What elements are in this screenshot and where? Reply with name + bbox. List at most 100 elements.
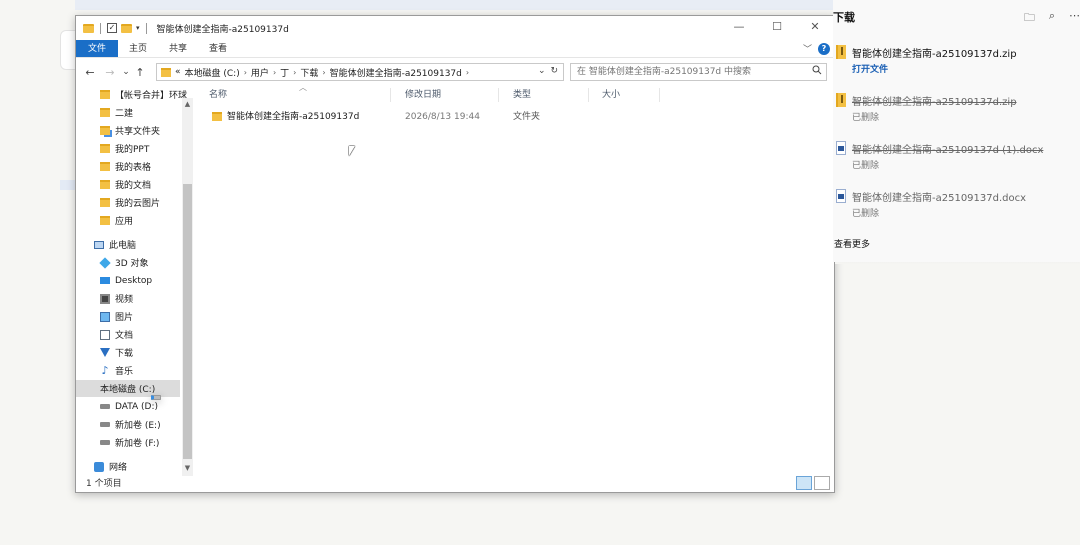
sidebar-item[interactable]: 3D 对象 [76, 254, 180, 271]
search-icon[interactable]: ⌕ [1049, 9, 1055, 28]
tab-view[interactable]: 查看 [198, 40, 238, 57]
properties-check-icon[interactable]: ✓ [107, 23, 117, 33]
download-file-name[interactable]: 智能体创建全指南-a25109137d.zip [852, 93, 1017, 108]
column-header-name[interactable]: 名称 [209, 86, 227, 104]
breadcrumb-separator[interactable]: › [244, 68, 247, 77]
breadcrumb-local-disk[interactable]: 本地磁盘 (C:) [185, 66, 240, 79]
download-item[interactable]: 智能体创建全指南-a25109137d.docx 已删除 [833, 186, 1080, 226]
address-history-chevron-icon[interactable]: ⌄ [538, 63, 546, 79]
tab-file[interactable]: 文件 [76, 40, 119, 57]
tab-share[interactable]: 共享 [158, 40, 198, 57]
folder-icon [161, 67, 171, 77]
help-icon[interactable]: ? [818, 42, 830, 55]
breadcrumb-separator[interactable]: › [293, 68, 296, 77]
refresh-icon[interactable]: ↻ [551, 63, 559, 79]
sidebar-item-label: 3D 对象 [115, 259, 149, 269]
breadcrumb-separator[interactable]: › [322, 68, 325, 77]
file-name[interactable]: 智能体创建全指南-a25109137d [227, 110, 359, 124]
maximize-button[interactable]: ☐ [758, 16, 796, 40]
sidebar-item[interactable]: ♪ 音乐 [76, 362, 180, 379]
address-bar[interactable]: « 本地磁盘 (C:) › 用户 › 丁 › 下载 › 智能体创建全指南-a25… [156, 63, 564, 81]
column-divider[interactable] [588, 88, 589, 102]
sidebar-item[interactable]: 新加卷 (E:) [76, 416, 180, 433]
column-divider[interactable] [498, 88, 499, 102]
forward-button[interactable]: → [100, 66, 120, 79]
download-item[interactable]: 智能体创建全指南-a25109137d.zip 打开文件 [833, 42, 1080, 82]
expand-ribbon-chevron-icon[interactable]: ﹀ [803, 42, 812, 55]
sidebar-item[interactable]: 此电脑 [76, 236, 180, 253]
download-file-name[interactable]: 智能体创建全指南-a25109137d.docx [852, 189, 1026, 204]
folder-icon [212, 112, 222, 121]
desk-icon [100, 277, 110, 284]
sidebar-item[interactable]: 我的文档 [76, 176, 180, 193]
breadcrumb-users[interactable]: 用户 [251, 66, 269, 79]
docx-file-icon [836, 141, 846, 155]
title-bar[interactable]: ✓ ▾ 智能体创建全指南-a25109137d — ☐ ✕ [76, 16, 834, 40]
zip-file-icon [836, 93, 846, 107]
sidebar-item[interactable]: 文档 [76, 326, 180, 343]
sidebar-item-label: 本地磁盘 (C:) [100, 385, 156, 395]
doc-icon [100, 329, 110, 340]
breadcrumb-current-folder[interactable]: 智能体创建全指南-a25109137d [330, 66, 462, 79]
column-header-size[interactable]: 大小 [602, 86, 620, 104]
docx-file-icon [836, 189, 846, 203]
customize-toolbar-chevron-icon[interactable]: ▾ [136, 24, 140, 32]
sidebar-item[interactable]: 【帐号合并】环球 [76, 86, 187, 103]
download-file-name[interactable]: 智能体创建全指南-a25109137d.zip [852, 45, 1017, 60]
address-controls: ⌄ ↻ [538, 63, 558, 79]
address-overflow[interactable]: « [175, 67, 181, 77]
scroll-down-arrow-icon[interactable]: ▼ [182, 464, 193, 472]
download-item[interactable]: 智能体创建全指南-a25109137d (1).docx 已删除 [833, 138, 1080, 178]
minimize-button[interactable]: — [720, 16, 758, 40]
sidebar-item-label: 下载 [115, 349, 134, 359]
column-header-date[interactable]: 修改日期 [405, 86, 441, 104]
scrollbar-thumb[interactable] [183, 184, 192, 459]
sidebar-item[interactable]: 二建 [76, 104, 180, 121]
sidebar-item[interactable]: 本地磁盘 (C:) [76, 380, 180, 400]
breadcrumb-user-ding[interactable]: 丁 [280, 66, 289, 79]
sidebar-item[interactable]: 网络 [76, 458, 180, 475]
open-folder-icon[interactable]: 🗀 [1024, 9, 1035, 28]
sidebar-item[interactable]: 下载 [76, 344, 180, 361]
tab-home[interactable]: 主页 [118, 40, 158, 57]
sidebar-item-label: 图片 [115, 313, 134, 323]
folder-icon [100, 216, 110, 225]
back-button[interactable]: ← [80, 66, 100, 79]
details-view-button[interactable] [796, 476, 812, 490]
up-button[interactable]: ↑ [132, 66, 148, 79]
column-divider[interactable] [390, 88, 391, 102]
column-divider[interactable] [659, 88, 660, 102]
quick-access-toolbar: ✓ ▾ [76, 22, 149, 34]
sidebar-item[interactable]: 应用 [76, 212, 180, 229]
recent-locations-chevron-icon[interactable]: ⌄ [120, 67, 132, 77]
sidebar-item-label: 共享文件夹 [115, 127, 161, 137]
file-date: 2026/8/13 19:44 [405, 112, 480, 122]
search-icon[interactable] [812, 65, 822, 75]
breadcrumb-separator[interactable]: › [466, 68, 469, 77]
downloads-panel: 下载 🗀 ⌕ ⋯ 智能体创建全指南-a25109137d.zip 打开文件 智能体创… [833, 0, 1080, 262]
new-folder-icon[interactable] [121, 23, 132, 33]
download-file-name[interactable]: 智能体创建全指南-a25109137d (1).docx [852, 141, 1043, 156]
sidebar-item[interactable]: 我的云图片 [76, 194, 180, 211]
open-file-link[interactable]: 打开文件 [852, 62, 888, 75]
download-item[interactable]: 智能体创建全指南-a25109137d.zip 已删除 [833, 90, 1080, 130]
folder-icon [100, 90, 110, 99]
sidebar-item[interactable]: Desktop [76, 272, 180, 289]
more-options-icon[interactable]: ⋯ [1069, 9, 1080, 28]
sidebar-item[interactable]: 我的PPT [76, 140, 180, 157]
breadcrumb-separator[interactable]: › [273, 68, 276, 77]
sidebar-item[interactable]: 我的表格 [76, 158, 180, 175]
sidebar-item[interactable]: 新加卷 (F:) [76, 434, 180, 451]
close-button[interactable]: ✕ [796, 16, 834, 40]
sidebar-item[interactable]: DATA (D:) [76, 398, 180, 415]
sidebar-item[interactable]: 视频 [76, 290, 180, 307]
see-more-link[interactable]: 查看更多 [834, 237, 870, 250]
search-input[interactable] [570, 63, 827, 81]
sidebar-item[interactable]: 图片 [76, 308, 180, 325]
scroll-up-arrow-icon[interactable]: ▲ [182, 100, 193, 108]
column-header-type[interactable]: 类型 [513, 86, 531, 104]
table-row[interactable]: 智能体创建全指南-a25109137d 2026/8/13 19:44 文件夹 [194, 110, 834, 124]
large-icons-view-button[interactable] [814, 476, 830, 490]
sidebar-item[interactable]: 共享文件夹 [76, 122, 180, 139]
breadcrumb-downloads[interactable]: 下载 [300, 66, 318, 79]
